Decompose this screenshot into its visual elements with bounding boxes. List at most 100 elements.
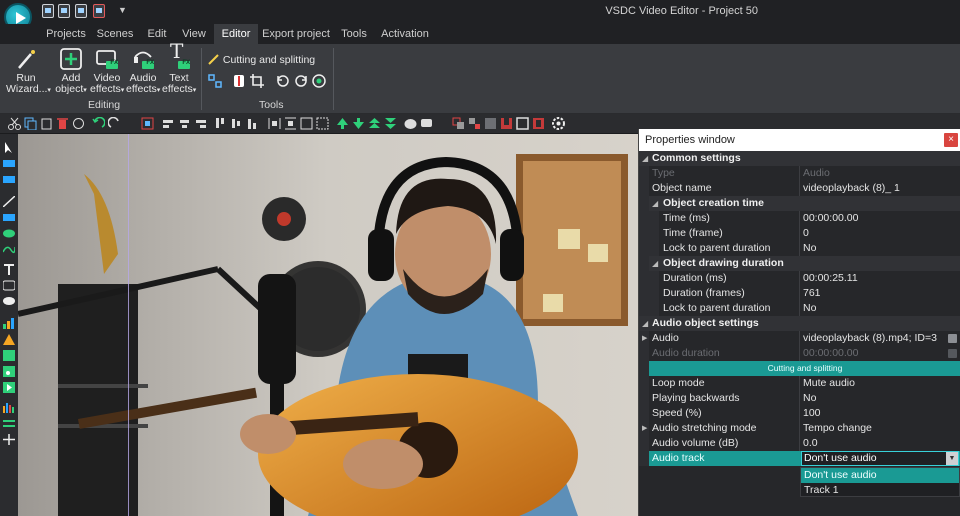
sprite-tool-icon[interactable]	[3, 334, 15, 345]
cutting-splitting-button[interactable]: Cutting and splitting	[649, 361, 960, 376]
subtitle-tool-icon[interactable]	[3, 280, 15, 291]
row-audio-track[interactable]: Audio track Don't use audio ▼	[639, 451, 960, 466]
move-to-top-icon[interactable]	[368, 117, 381, 130]
audio-tool-icon[interactable]	[3, 366, 15, 377]
section-common-settings[interactable]: ◢ Common settings	[639, 151, 960, 166]
add-object-button[interactable]: Add object▾	[54, 48, 88, 96]
section-object-creation-time[interactable]: ◢ Object creation time	[639, 196, 960, 211]
crop-tool-icon[interactable]	[208, 74, 222, 88]
distribute-vertical-icon[interactable]	[284, 117, 297, 130]
browse-icon[interactable]	[948, 334, 957, 343]
frame-icon[interactable]	[516, 117, 529, 130]
row-playing-backwards[interactable]: Playing backwards No	[639, 391, 960, 406]
close-icon[interactable]: ×	[944, 133, 958, 147]
crop-frame-icon[interactable]	[250, 74, 264, 88]
text-tool-icon[interactable]	[3, 264, 15, 275]
copy-icon[interactable]	[24, 117, 37, 130]
align-middle-icon[interactable]	[230, 117, 243, 130]
cutting-splitting-button[interactable]: Cutting and splitting	[208, 53, 315, 66]
split-tool-icon[interactable]	[232, 74, 246, 88]
time-frame-field[interactable]: 0	[803, 226, 809, 241]
tab-edit[interactable]: Edit	[142, 24, 172, 44]
object-name-field[interactable]: videoplayback (8)_ 1	[803, 181, 900, 196]
collapse-triangle-icon[interactable]: ◢	[642, 316, 648, 331]
stabilize-icon[interactable]	[312, 74, 326, 88]
row-audio[interactable]: ▶ Audio videoplayback (8).mp4; ID=3	[639, 331, 960, 346]
rotate-right-icon[interactable]	[294, 74, 308, 88]
dropdown-option-track-1[interactable]: Track 1	[801, 483, 959, 498]
transition-icon[interactable]	[3, 418, 15, 429]
text-box-tool-icon[interactable]	[3, 174, 15, 185]
rectangle-tool-icon[interactable]	[3, 158, 15, 169]
row-lock-parent-duration[interactable]: Lock to parent duration No	[639, 241, 960, 256]
row-loop-mode[interactable]: Loop mode Mute audio	[639, 376, 960, 391]
section-object-drawing-duration[interactable]: ◢ Object drawing duration	[639, 256, 960, 271]
row-time-ms[interactable]: Time (ms) 00:00:00.00	[639, 211, 960, 226]
magnet-icon[interactable]	[500, 117, 513, 130]
row-object-name[interactable]: Object name videoplayback (8)_ 1	[639, 181, 960, 196]
loop-mode-field[interactable]: Mute audio	[803, 376, 855, 391]
histogram-icon[interactable]	[3, 402, 15, 413]
playing-backwards-field[interactable]: No	[803, 391, 816, 406]
audio-track-select[interactable]: Don't use audio ▼	[801, 451, 959, 466]
audio-effects-button[interactable]: FX Audio effects▾	[126, 48, 160, 96]
group-icon[interactable]	[452, 117, 465, 130]
expand-triangle-icon[interactable]: ▶	[642, 421, 647, 436]
shape-cloud-icon[interactable]	[404, 117, 417, 130]
video-tool-icon[interactable]	[3, 382, 15, 393]
fit-height-icon[interactable]	[316, 117, 329, 130]
line-tool-icon[interactable]	[3, 196, 15, 207]
gear-icon[interactable]	[552, 117, 565, 130]
align-right-icon[interactable]	[194, 117, 207, 130]
undo-icon[interactable]	[92, 117, 105, 130]
chart-tool-icon[interactable]	[3, 318, 15, 329]
tab-activation[interactable]: Activation	[380, 24, 430, 44]
lock-parent-field[interactable]: No	[803, 241, 816, 256]
shape-callout-icon[interactable]	[420, 117, 433, 130]
move-down-icon[interactable]	[352, 117, 365, 130]
video-effects-button[interactable]: FX Video effects▾	[90, 48, 124, 96]
align-top-icon[interactable]	[214, 117, 227, 130]
chevron-down-icon[interactable]: ▼	[946, 452, 958, 465]
align-bottom-icon[interactable]	[246, 117, 259, 130]
move-up-icon[interactable]	[336, 117, 349, 130]
collapse-triangle-icon[interactable]: ◢	[652, 196, 658, 211]
image-tool-icon[interactable]	[3, 350, 15, 361]
pointer-icon[interactable]	[3, 142, 15, 153]
tab-scenes[interactable]: Scenes	[94, 24, 136, 44]
unlink-icon[interactable]	[532, 117, 545, 130]
redo-icon[interactable]	[108, 117, 121, 130]
tab-editor[interactable]: Editor	[214, 24, 258, 44]
text-effects-button[interactable]: T FX Text effects▾	[162, 41, 196, 96]
speed-field[interactable]: 100	[803, 406, 821, 421]
collapse-triangle-icon[interactable]: ◢	[652, 256, 658, 271]
lock-parent-2-field[interactable]: No	[803, 301, 816, 316]
align-center-icon[interactable]	[178, 117, 191, 130]
row-lock-parent-duration-2[interactable]: Lock to parent duration No	[639, 301, 960, 316]
row-audio-stretching-mode[interactable]: ▶ Audio stretching mode Tempo change	[639, 421, 960, 436]
tab-tools[interactable]: Tools	[336, 24, 372, 44]
row-duration-frames[interactable]: Duration (frames) 761	[639, 286, 960, 301]
move-to-bottom-icon[interactable]	[384, 117, 397, 130]
align-left-icon[interactable]	[162, 117, 175, 130]
stretching-field[interactable]: Tempo change	[803, 421, 872, 436]
tab-export-project[interactable]: Export project	[262, 24, 330, 44]
delete-icon[interactable]	[56, 117, 69, 130]
rotate-left-icon[interactable]	[276, 74, 290, 88]
duration-frames-field[interactable]: 761	[803, 286, 821, 301]
video-preview[interactable]	[18, 134, 638, 516]
audio-source-field[interactable]: videoplayback (8).mp4; ID=3	[803, 331, 937, 346]
row-speed[interactable]: Speed (%) 100	[639, 406, 960, 421]
section-audio-object-settings[interactable]: ◢ Audio object settings	[639, 316, 960, 331]
row-duration-ms[interactable]: Duration (ms) 00:00:25.11	[639, 271, 960, 286]
transparency-icon[interactable]	[484, 117, 497, 130]
fit-width-icon[interactable]	[300, 117, 313, 130]
expand-triangle-icon[interactable]: ▶	[642, 331, 647, 346]
paste-icon[interactable]	[40, 117, 53, 130]
time-ms-field[interactable]: 00:00:00.00	[803, 211, 858, 226]
cut-icon[interactable]	[8, 117, 21, 130]
freehand-tool-icon[interactable]	[3, 244, 15, 255]
distribute-horizontal-icon[interactable]	[268, 117, 281, 130]
move-tool-icon[interactable]	[3, 434, 15, 445]
dropdown-option-dont-use-audio[interactable]: Don't use audio	[801, 468, 959, 483]
